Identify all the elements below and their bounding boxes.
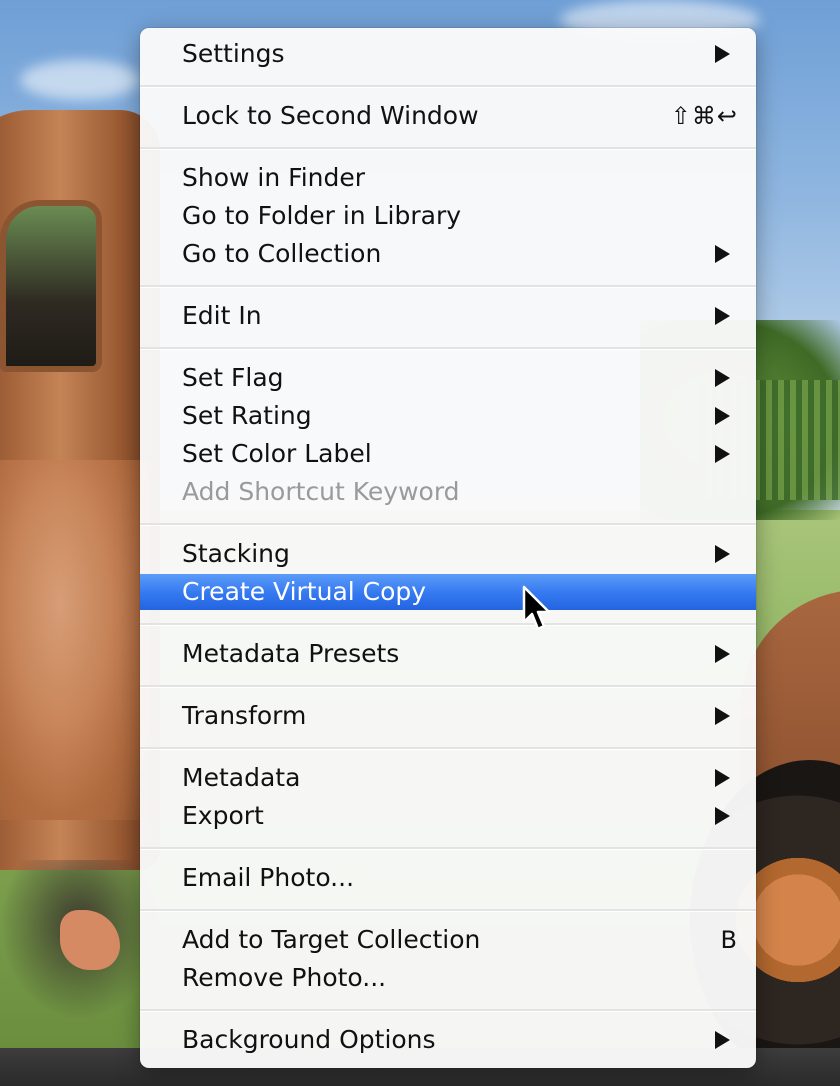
menu-separator [140, 623, 756, 626]
menu-item-label: Metadata Presets [182, 639, 400, 668]
menu-item-label: Go to Collection [182, 239, 382, 268]
chevron-right-icon [715, 407, 730, 425]
chevron-right-icon [715, 769, 730, 787]
menu-item-go-to-collection[interactable]: Go to Collection [140, 236, 756, 272]
menu-separator [140, 85, 756, 88]
arrow-cursor-icon [522, 585, 551, 631]
menu-separator [140, 523, 756, 526]
cloud [20, 60, 140, 100]
menu-item-email-photo[interactable]: Email Photo... [140, 860, 756, 896]
menu-item-export[interactable]: Export [140, 798, 756, 834]
truck-window [0, 200, 102, 372]
menu-item-label: Background Options [182, 1025, 436, 1054]
menu-item-metadata-presets[interactable]: Metadata Presets [140, 636, 756, 672]
menu-item-label: Add Shortcut Keyword [182, 477, 460, 506]
menu-separator [140, 747, 756, 750]
menu-item-label: Transform [182, 701, 307, 730]
menu-separator [140, 347, 756, 350]
menu-item-lock-to-second-window[interactable]: Lock to Second Window ⇧⌘↩ [140, 98, 756, 134]
chevron-right-icon [715, 369, 730, 387]
menu-item-set-color-label[interactable]: Set Color Label [140, 436, 756, 472]
menu-item-transform[interactable]: Transform [140, 698, 756, 734]
menu-item-label: Set Rating [182, 401, 312, 430]
chevron-right-icon [715, 1031, 730, 1049]
menu-item-settings[interactable]: Settings [140, 36, 756, 72]
menu-item-label: Add to Target Collection [182, 925, 481, 954]
chevron-right-icon [715, 545, 730, 563]
menu-separator [140, 1009, 756, 1012]
menu-item-add-shortcut-keyword: Add Shortcut Keyword [140, 474, 756, 510]
menu-separator [140, 285, 756, 288]
menu-item-go-to-folder-in-library[interactable]: Go to Folder in Library [140, 198, 756, 234]
menu-item-add-to-target-collection[interactable]: Add to Target Collection B [140, 922, 756, 958]
menu-item-set-flag[interactable]: Set Flag [140, 360, 756, 396]
chevron-right-icon [715, 807, 730, 825]
menu-item-label: Create Virtual Copy [182, 577, 427, 606]
menu-separator [140, 685, 756, 688]
context-menu: Settings Lock to Second Window ⇧⌘↩ Show … [140, 28, 756, 1068]
menu-item-label: Set Color Label [182, 439, 372, 468]
menu-item-label: Metadata [182, 763, 301, 792]
chevron-right-icon [715, 45, 730, 63]
chevron-right-icon [715, 645, 730, 663]
menu-item-show-in-finder[interactable]: Show in Finder [140, 160, 756, 196]
menu-item-label: Show in Finder [182, 163, 366, 192]
menu-item-label: Remove Photo... [182, 963, 387, 992]
menu-item-label: Email Photo... [182, 863, 355, 892]
menu-item-stacking[interactable]: Stacking [140, 536, 756, 572]
chevron-right-icon [715, 707, 730, 725]
menu-item-metadata[interactable]: Metadata [140, 760, 756, 796]
menu-item-label: Export [182, 801, 264, 830]
chevron-right-icon [715, 445, 730, 463]
menu-item-create-virtual-copy[interactable]: Create Virtual Copy [140, 574, 756, 610]
menu-item-label: Settings [182, 39, 285, 68]
menu-item-label: Go to Folder in Library [182, 201, 462, 230]
chevron-right-icon [715, 307, 730, 325]
menu-item-background-options[interactable]: Background Options [140, 1022, 756, 1058]
keyboard-shortcut: ⇧⌘↩ [670, 102, 738, 130]
menu-separator [140, 847, 756, 850]
menu-item-set-rating[interactable]: Set Rating [140, 398, 756, 434]
keyboard-shortcut: B [720, 926, 738, 954]
menu-item-edit-in[interactable]: Edit In [140, 298, 756, 334]
menu-item-label: Set Flag [182, 363, 284, 392]
menu-item-label: Edit In [182, 301, 262, 330]
truck-door [0, 460, 150, 820]
menu-item-label: Stacking [182, 539, 290, 568]
chevron-right-icon [715, 245, 730, 263]
menu-item-remove-photo[interactable]: Remove Photo... [140, 960, 756, 996]
menu-separator [140, 147, 756, 150]
menu-item-label: Lock to Second Window [182, 101, 479, 130]
menu-separator [140, 909, 756, 912]
